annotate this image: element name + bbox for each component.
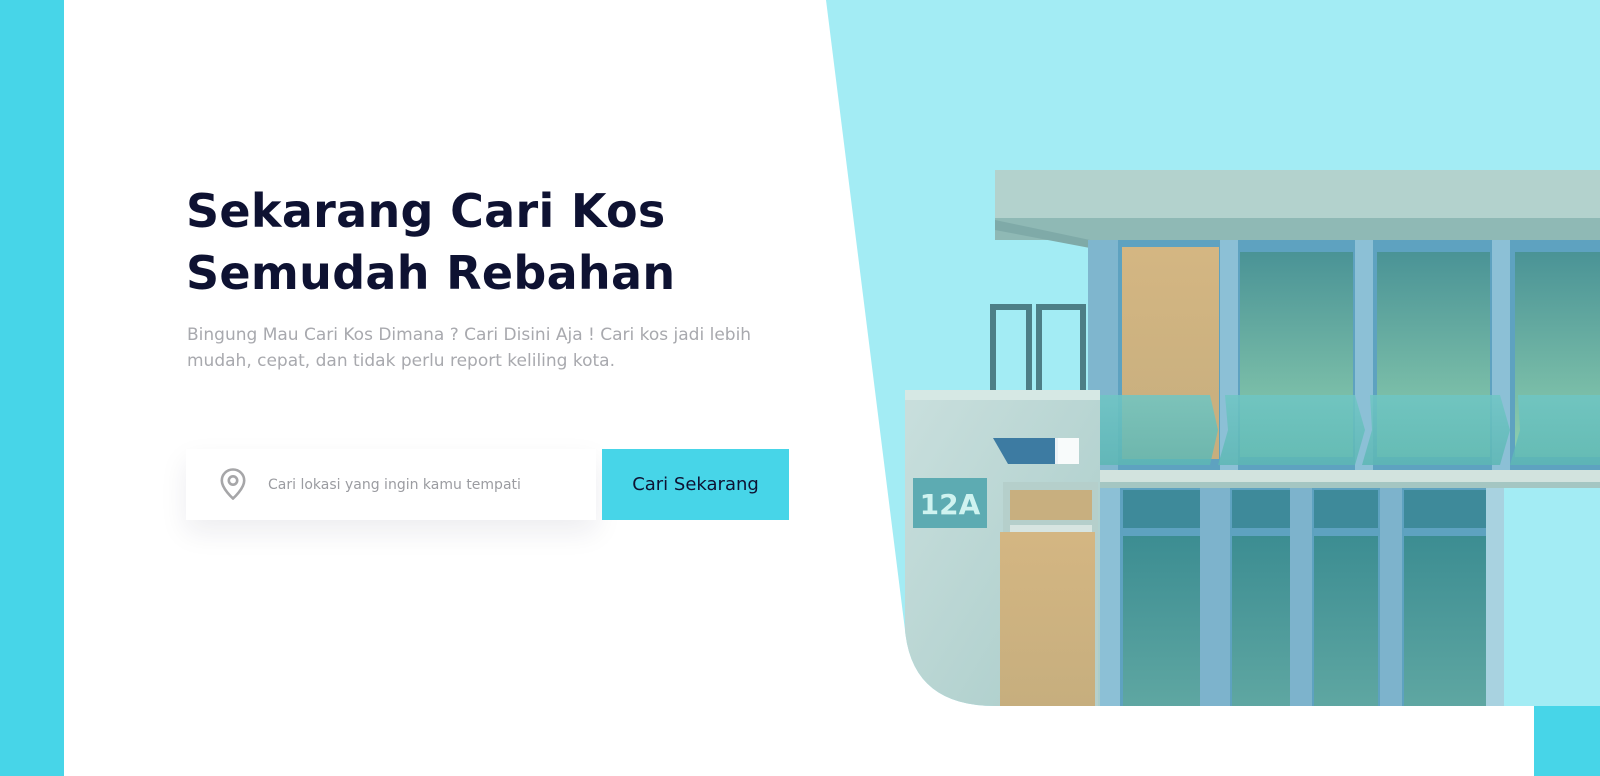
hero-title-line-1: Sekarang Cari Kos	[186, 184, 666, 238]
hero-subtitle: Bingung Mau Cari Kos Dimana ? Cari Disin…	[187, 325, 752, 371]
hero-title-line-2: Semudah Rebahan	[186, 246, 676, 300]
house-number: 12A	[920, 488, 981, 521]
landing-page: 12A Sekarang Cari Kos Semudah Rebahan Bi…	[0, 0, 1600, 776]
search-button[interactable]: Cari Sekarang	[602, 449, 789, 520]
hero-title: Sekarang Cari Kos Semudah Rebahan	[186, 180, 675, 304]
bottom-right-accent	[1534, 706, 1600, 776]
search-box	[186, 449, 596, 520]
hero-illustration: 12A	[826, 0, 1600, 706]
search-input[interactable]	[268, 449, 578, 520]
location-pin-icon	[220, 468, 246, 501]
